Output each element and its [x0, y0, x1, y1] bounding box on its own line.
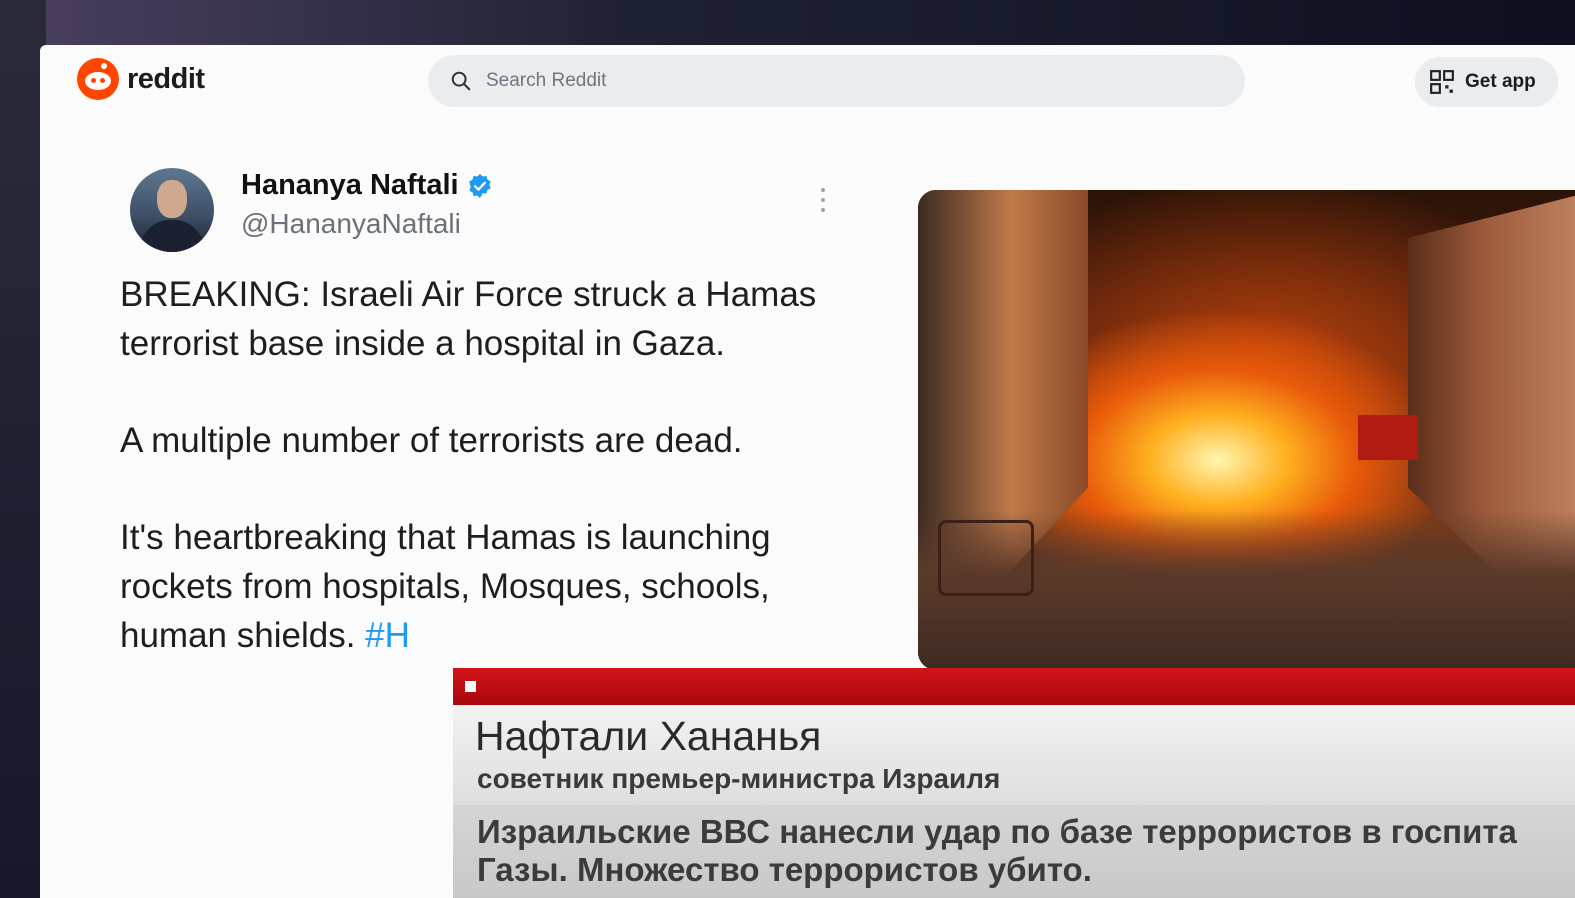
caption-line-1: Израильские ВВС нанесли удар по базе тер… — [477, 813, 1517, 850]
author-name[interactable]: Hananya Naftali — [241, 169, 493, 202]
reddit-snoo-icon — [77, 58, 119, 100]
tweet-hashtag[interactable]: #H — [365, 616, 410, 655]
author-name-text: Hananya Naftali — [241, 169, 459, 201]
caption-line-2: Газы. Множество террористов убито. — [477, 851, 1092, 888]
tweet-last-line: human shields. — [120, 616, 356, 655]
qr-code-icon — [1430, 70, 1454, 94]
search-bar[interactable] — [428, 55, 1245, 107]
author-avatar[interactable] — [130, 168, 214, 252]
tweet-paragraph-2: A multiple number of terrorists are dead… — [120, 421, 743, 460]
broadcast-marker-icon — [465, 681, 476, 692]
more-options-icon[interactable] — [815, 185, 831, 217]
speaker-title: советник премьер-министра Израиля — [477, 763, 1001, 794]
tweet-paragraph-3: It's heartbreaking that Hamas is launchi… — [120, 513, 880, 660]
tweet-paragraph-3-text: It's heartbreaking that Hamas is launchi… — [120, 518, 771, 606]
reddit-logo[interactable]: reddit — [77, 58, 205, 100]
get-app-label: Get app — [1465, 71, 1536, 92]
broadcast-name-plate: Нафтали Хананья советник премьер-министр… — [453, 705, 1575, 805]
tweet-body: BREAKING: Israeli Air Force struck a Ham… — [120, 270, 880, 660]
search-input[interactable] — [484, 69, 1188, 93]
speaker-name: Нафтали Хананья — [475, 713, 822, 759]
tweet-paragraph-1: BREAKING: Israeli Air Force struck a Ham… — [120, 275, 817, 363]
search-icon — [451, 71, 471, 91]
tweet-image[interactable] — [918, 190, 1575, 670]
broadcast-caption: Израильские ВВС нанесли удар по базе тер… — [453, 805, 1575, 898]
broadcast-red-bar — [453, 668, 1575, 705]
reddit-logo-text: reddit — [127, 62, 205, 95]
verified-badge-icon — [468, 173, 491, 198]
author-handle[interactable]: @HananyaNaftali — [241, 208, 461, 240]
get-app-button[interactable]: Get app — [1415, 57, 1558, 107]
